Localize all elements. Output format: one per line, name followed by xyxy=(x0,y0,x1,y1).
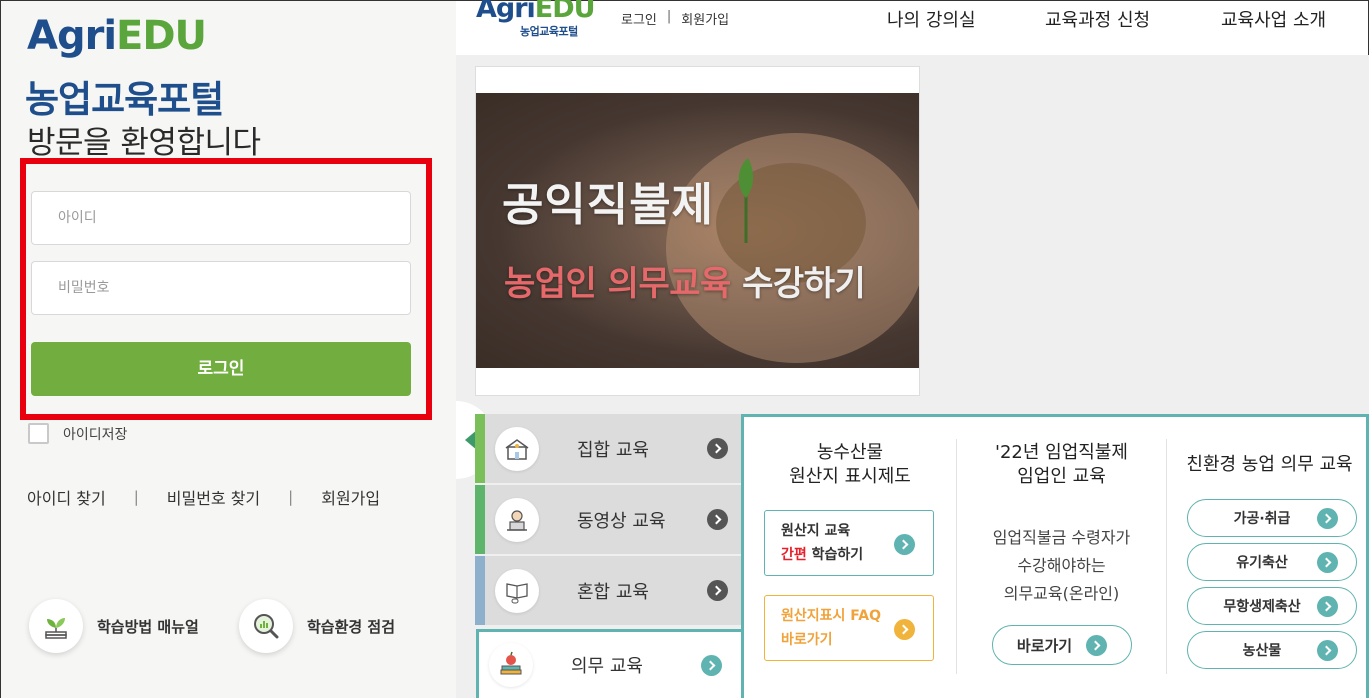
learning-manual-label: 학습방법 매뉴얼 xyxy=(97,617,199,636)
header-login-link[interactable]: 로그인 xyxy=(621,9,657,28)
forestry-desc-line1: 임업직불금 수령자가 xyxy=(992,528,1131,547)
login-button[interactable]: 로그인 xyxy=(31,342,411,396)
forestry-title: '22년 임업직불제 임업인 교육 xyxy=(957,441,1166,489)
origin-faq-card[interactable]: 원산지표시 FAQ 바로가기 xyxy=(764,595,934,661)
arrow-right-icon xyxy=(1317,552,1338,573)
banner-title: 공익직불제 xyxy=(502,178,715,231)
save-id-option[interactable]: 아이디저장 xyxy=(28,423,127,444)
signup-link[interactable]: 회원가입 xyxy=(321,485,380,509)
edu-menu-mixed-label: 혼합 교육 xyxy=(577,581,649,603)
apple-books-icon xyxy=(489,643,533,687)
origin-title-line1: 농수산물 xyxy=(816,442,884,463)
mandatory-education-panel: 농수산물 원산지 표시제도 원산지 교육 간편 학습하기 원산지표시 FAQ 바… xyxy=(741,414,1369,698)
logo-edu-text: EDU xyxy=(116,13,207,59)
nav-course-apply[interactable]: 교육과정 신청 xyxy=(1045,6,1150,32)
banner-subtitle-rest: 수강하기 xyxy=(730,264,866,304)
arrow-right-icon xyxy=(701,654,722,676)
nav-program-intro[interactable]: 교육사업 소개 xyxy=(1221,6,1326,32)
book-mouse-icon xyxy=(495,568,539,613)
edu-menu-mixed[interactable]: 혼합 교육 xyxy=(475,556,741,625)
edu-menu-mandatory[interactable]: 의무 교육 xyxy=(476,629,744,698)
origin-labeling-title: 농수산물 원산지 표시제도 xyxy=(744,441,956,489)
school-building-icon xyxy=(495,426,539,471)
eco-farming-title: 친환경 농업 의무 교육 xyxy=(1186,454,1353,475)
login-panel: AgriEDU 농업교육포털 방문을 환영합니다 로그인 아이디저장 아이디 찾… xyxy=(0,0,456,698)
arrow-right-icon xyxy=(707,509,728,530)
arrow-right-icon xyxy=(1317,640,1338,661)
password-input[interactable] xyxy=(31,261,411,315)
arrow-right-icon xyxy=(894,619,915,640)
header-signup-link[interactable]: 회원가입 xyxy=(681,9,729,28)
logo-agri-text: Agri xyxy=(27,13,117,59)
portal-title: 농업교육포털 xyxy=(25,78,224,121)
forestry-title-line2: 임업인 교육 xyxy=(1017,466,1106,487)
header-logo-agri: Agri xyxy=(476,0,536,24)
origin-title-line2: 원산지 표시제도 xyxy=(789,466,911,487)
edu-menu-video[interactable]: 동영상 교육 xyxy=(475,485,741,554)
eco-category-processing[interactable]: 가공·취급 xyxy=(1187,499,1357,537)
learning-environment-label: 학습환경 점검 xyxy=(307,617,396,636)
link-separator: | xyxy=(288,488,294,506)
forestry-title-line1: '22년 임업직불제 xyxy=(995,442,1128,463)
banner-subtitle: 농업인 의무교육 수강하기 xyxy=(504,256,866,305)
arrow-right-icon xyxy=(1317,596,1338,617)
arrow-right-icon xyxy=(707,438,728,459)
header-logo-edu: EDU xyxy=(534,0,596,24)
edu-menu-video-label: 동영상 교육 xyxy=(577,510,666,532)
welcome-text: 방문을 환영합니다 xyxy=(27,125,261,161)
save-id-checkbox[interactable] xyxy=(28,423,49,444)
edu-menu-mandatory-label: 의무 교육 xyxy=(571,656,643,677)
save-id-label: 아이디저장 xyxy=(63,426,128,443)
arrow-right-icon xyxy=(1086,634,1108,656)
eco-farming-column: 친환경 농업 의무 교육 가공·취급 유기축산 무항생제축산 농산물 xyxy=(1166,439,1369,674)
agriedu-logo: AgriEDU xyxy=(27,13,207,59)
arrow-right-icon xyxy=(1317,508,1338,529)
eco-category-antibiotic-free[interactable]: 무항생제축산 xyxy=(1187,587,1357,625)
login-form-highlight: 로그인 xyxy=(20,158,432,420)
header-logo[interactable]: AgriEDU xyxy=(476,0,596,24)
account-links: 아이디 찾기 | 비밀번호 찾기 | 회원가입 xyxy=(27,485,380,509)
sprout-image xyxy=(738,158,754,243)
magnifier-chart-icon xyxy=(239,599,293,653)
top-header: AgriEDU 농업교육포털 로그인 | 회원가입 나의 강의실 교육과정 신청… xyxy=(456,0,1369,55)
learning-environment-check-button[interactable]: 학습환경 점검 xyxy=(239,599,395,653)
header-link-separator: | xyxy=(666,9,672,24)
main-banner[interactable]: 공익직불제 농업인 의무교육 수강하기 xyxy=(476,93,919,368)
learning-manual-button[interactable]: 학습방법 매뉴얼 xyxy=(29,599,199,653)
forestry-description: 임업직불금 수령자가 수강해야하는 의무교육(온라인) xyxy=(957,524,1166,608)
forestry-payment-column: '22년 임업직불제 임업인 교육 임업직불금 수령자가 수강해야하는 의무교육… xyxy=(956,439,1166,674)
nav-my-lectures[interactable]: 나의 강의실 xyxy=(887,6,976,32)
origin-card-line2-rest: 학습하기 xyxy=(806,547,864,563)
link-separator: | xyxy=(133,488,139,506)
header-account-links: 로그인 | 회원가입 xyxy=(621,9,729,28)
id-input[interactable] xyxy=(31,191,411,245)
arrow-right-icon xyxy=(894,534,915,555)
header-logo-subtitle: 농업교육포털 xyxy=(520,25,578,38)
edu-menu-group-label: 집합 교육 xyxy=(577,439,649,461)
origin-labeling-column: 농수산물 원산지 표시제도 원산지 교육 간편 학습하기 원산지표시 FAQ 바… xyxy=(744,417,956,698)
person-laptop-icon xyxy=(495,497,539,542)
forestry-go-button[interactable]: 바로가기 xyxy=(992,625,1132,665)
forestry-desc-line3: 의무교육(온라인) xyxy=(1003,584,1120,603)
arrow-right-icon xyxy=(707,580,728,601)
find-password-link[interactable]: 비밀번호 찾기 xyxy=(167,485,260,509)
forestry-desc-line2: 수강해야하는 xyxy=(1017,556,1106,575)
find-id-link[interactable]: 아이디 찾기 xyxy=(27,485,106,509)
forestry-go-label: 바로가기 xyxy=(1016,636,1073,655)
eco-category-organic-livestock[interactable]: 유기축산 xyxy=(1187,543,1357,581)
banner-frame: 공익직불제 농업인 의무교육 수강하기 xyxy=(475,66,920,396)
banner-subtitle-highlight: 농업인 의무교육 xyxy=(504,264,731,304)
origin-education-card[interactable]: 원산지 교육 간편 학습하기 xyxy=(764,510,934,576)
sprout-book-icon xyxy=(29,599,83,653)
edu-menu-group[interactable]: 집합 교육 xyxy=(475,414,741,483)
origin-card-highlight: 간편 xyxy=(781,547,807,563)
eco-category-agricultural-products[interactable]: 농산물 xyxy=(1187,631,1357,669)
